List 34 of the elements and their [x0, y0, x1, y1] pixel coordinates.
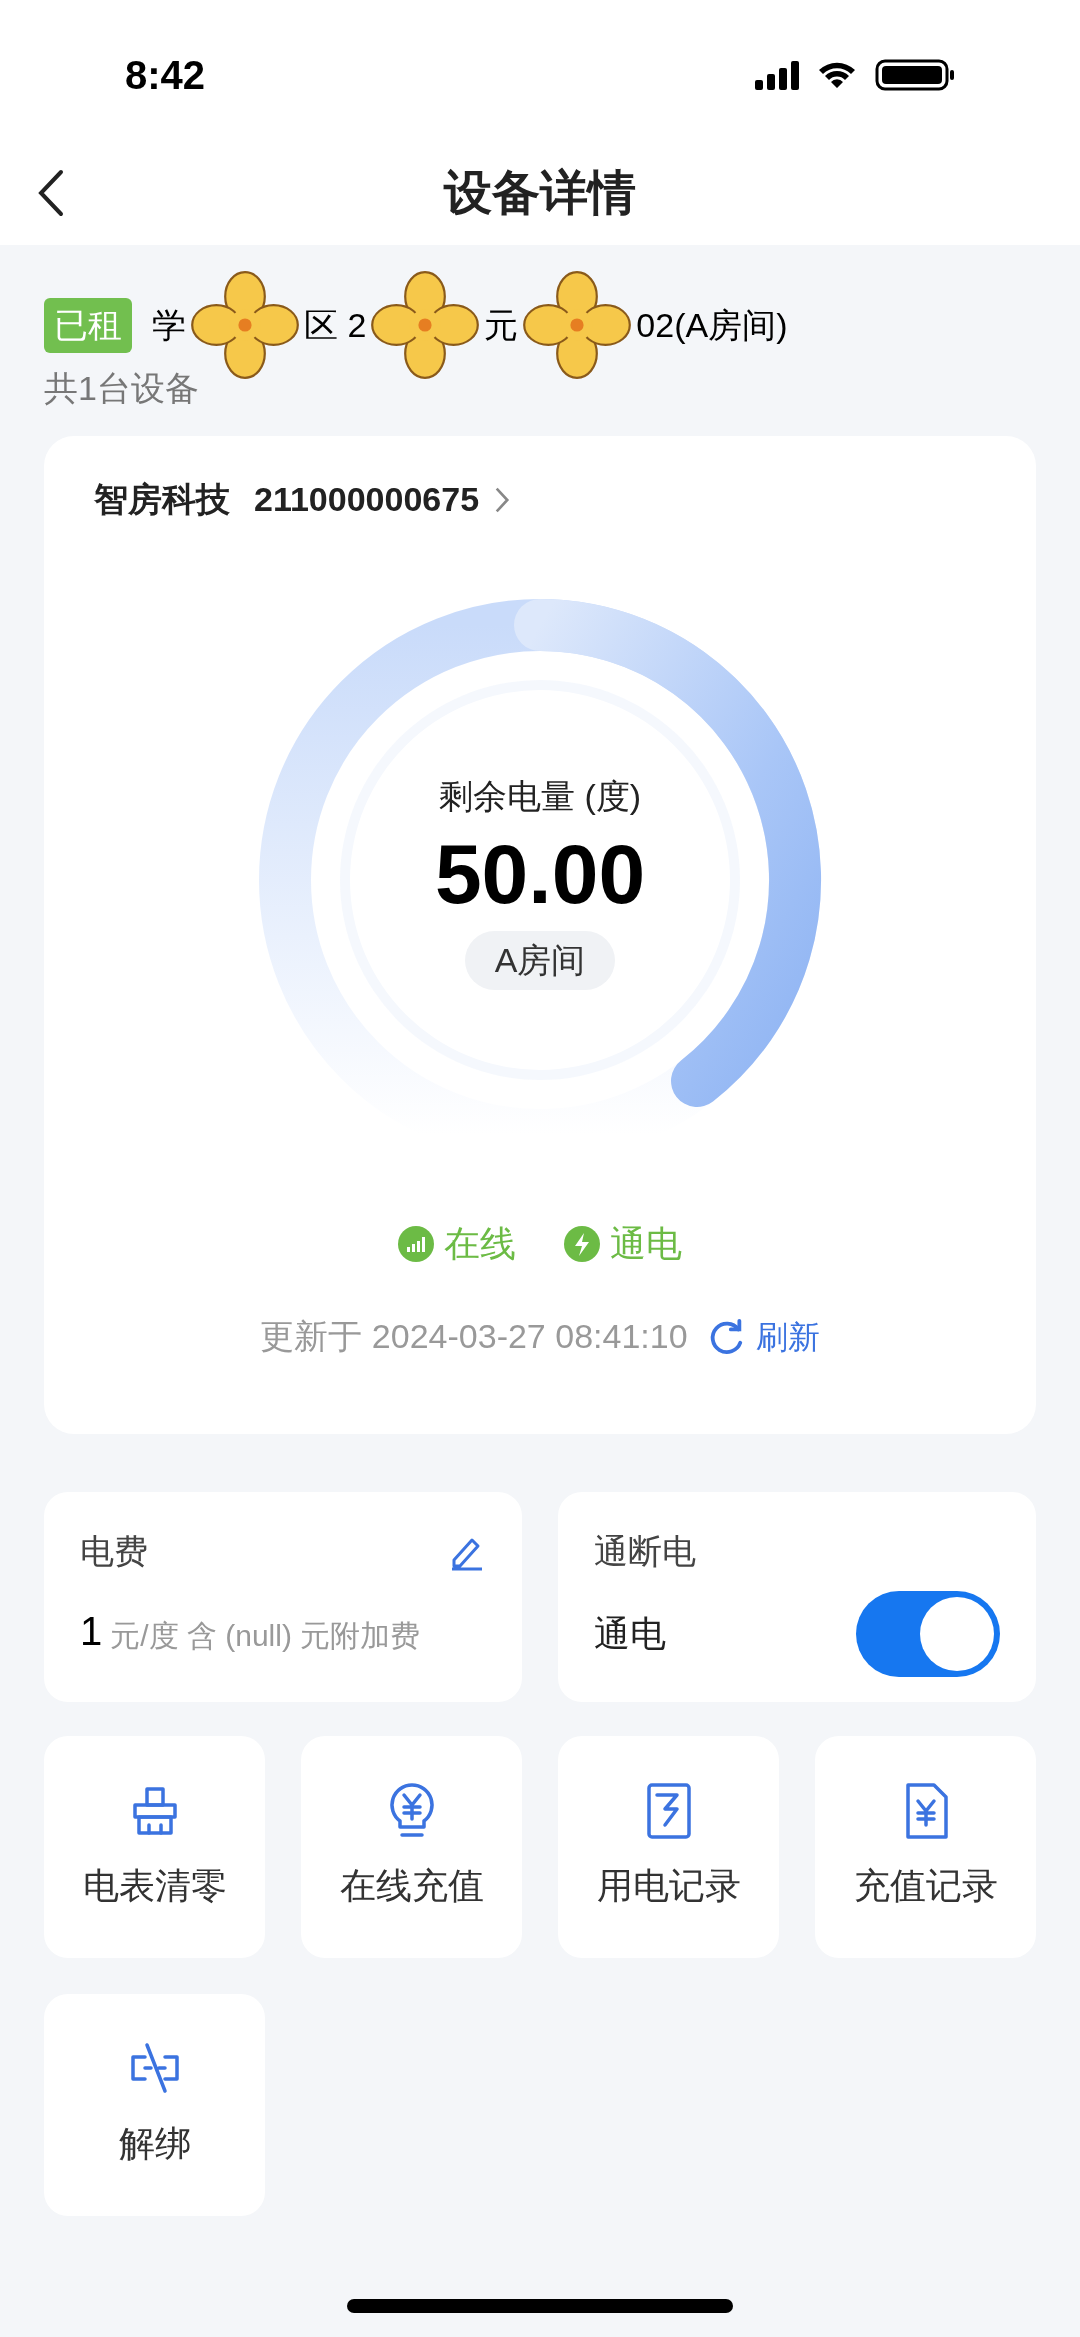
price-title: 电费	[80, 1531, 148, 1572]
status-label: 在线	[444, 1222, 516, 1266]
signal-icon	[398, 1226, 434, 1262]
address-text: 02(A房间)	[636, 304, 788, 346]
gauge-label: 剩余电量 (度)	[438, 775, 642, 817]
room-chip: A房间	[464, 930, 616, 990]
flower-sticker-icon	[370, 270, 481, 380]
lightning-icon	[564, 1226, 600, 1262]
device-serial[interactable]: 211000000675	[254, 474, 480, 525]
action-tile[interactable]: 充值记录	[815, 1736, 1036, 1958]
refresh-button[interactable]: 刷新	[707, 1312, 820, 1361]
status-time: 8:42	[125, 52, 206, 99]
device-count: 共1台设备	[44, 368, 200, 409]
address-text: 元	[484, 304, 519, 346]
page-title: 设备详情	[444, 164, 636, 221]
action-tile[interactable]: 解绑	[44, 1994, 265, 2216]
action-tile[interactable]: 在线充值	[301, 1736, 522, 1958]
wifi-icon	[817, 60, 857, 90]
update-time: 更新于 2024-03-27 08:41:10	[260, 1316, 688, 1357]
brand-name: 智房科技	[94, 479, 230, 520]
power-state: 通电	[594, 1612, 666, 1656]
flower-sticker-icon	[522, 270, 633, 380]
action-tile[interactable]: 用电记录	[558, 1736, 779, 1958]
price-amount: 1	[80, 1611, 103, 1651]
price-unit: 元/度 含 (null) 元附加费	[110, 1621, 421, 1651]
address-text: 区 2	[304, 304, 367, 346]
rented-tag: 已租	[44, 297, 132, 353]
action-tile[interactable]: 电表清零	[44, 1736, 265, 1958]
power-title: 通断电	[594, 1531, 697, 1572]
signal-bars-icon	[755, 60, 799, 90]
battery-icon	[875, 59, 955, 91]
address-text: 学	[152, 304, 186, 346]
status-label: 通电	[610, 1222, 682, 1266]
remaining-power: 50.00	[434, 825, 646, 923]
